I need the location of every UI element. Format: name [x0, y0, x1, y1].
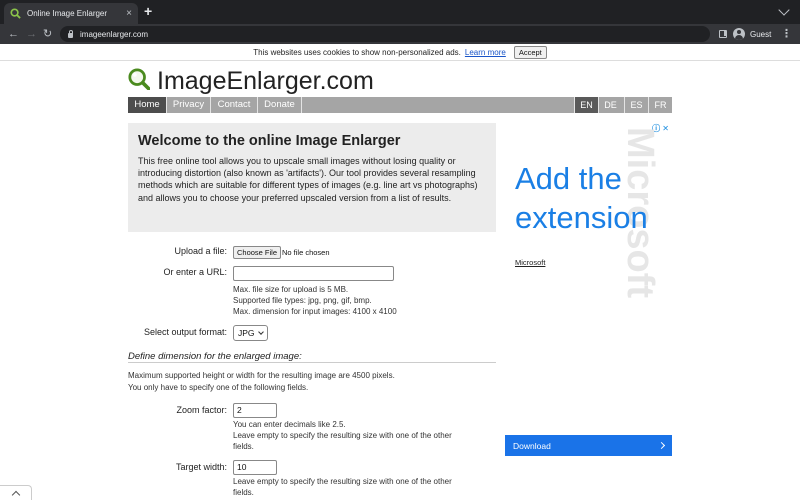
ad-headline-line1: Add the [515, 161, 622, 196]
back-button[interactable]: ← [8, 26, 19, 42]
chevron-right-icon [657, 441, 666, 450]
zoom-hint-decimals: You can enter decimals like 2.5. [233, 420, 346, 429]
site-nav: Home Privacy Contact Donate EN DE ES FR [128, 97, 672, 113]
address-bar[interactable]: imageenlarger.com [60, 26, 710, 42]
reload-button[interactable]: ↻ [43, 26, 52, 42]
magnifier-favicon-icon [10, 8, 21, 19]
format-value: JPG [238, 328, 255, 338]
choose-file-button[interactable]: Choose File [233, 246, 282, 259]
ad-download-button[interactable]: Download [505, 435, 672, 456]
chevron-down-icon [258, 329, 264, 335]
welcome-box: Welcome to the online Image Enlarger Thi… [128, 123, 496, 232]
zoom-hint-empty: Leave empty to specify the resulting siz… [233, 431, 452, 440]
url-input[interactable] [233, 266, 394, 281]
url-text[interactable]: imageenlarger.com [80, 30, 148, 39]
nav-donate[interactable]: Donate [258, 97, 302, 113]
browser-toolbar: ← → ↻ imageenlarger.com Guest ⋮ [0, 24, 800, 44]
target-width-input[interactable]: 10 [233, 460, 277, 475]
browser-tab[interactable]: Online Image Enlarger × [4, 3, 138, 24]
zoom-factor-input[interactable]: 2 [233, 403, 277, 418]
zoom-label: Zoom factor: [176, 405, 227, 415]
side-panel-icon[interactable] [719, 30, 727, 38]
profile-button[interactable]: Guest [733, 26, 771, 42]
browser-menu-icon[interactable]: ⋮ [781, 27, 792, 41]
ad-brand-link[interactable]: Microsoft [515, 258, 545, 267]
hint-max-dimension: Max. dimension for input images: 4100 x … [233, 307, 397, 316]
advertisement[interactable]: ⓘ ✕ Microsoft Add the extension Microsof… [505, 123, 672, 456]
lock-icon[interactable] [68, 29, 73, 38]
width-hint-empty: Leave empty to specify the resulting siz… [233, 477, 452, 486]
scroll-up-tab[interactable] [0, 485, 32, 500]
lang-de[interactable]: DE [598, 97, 622, 113]
lang-fr[interactable]: FR [648, 97, 672, 113]
output-format-select[interactable]: JPG [233, 325, 268, 341]
accept-cookies-button[interactable]: Accept [513, 45, 547, 59]
tab-title: Online Image Enlarger [27, 9, 108, 18]
new-tab-button[interactable]: + [144, 4, 152, 18]
upload-label: Upload a file: [174, 246, 227, 256]
close-tab-icon[interactable]: × [126, 8, 132, 19]
magnifier-logo-icon[interactable] [128, 68, 150, 90]
hint-file-size: Max. file size for upload is 5 MB. [233, 285, 349, 294]
browser-tab-bar: Online Image Enlarger × + [0, 0, 800, 24]
zoom-hint-fields: fields. [233, 442, 254, 451]
width-hint-fields: fields. [233, 488, 254, 497]
dimension-heading: Define dimension for the enlarged image: [128, 351, 302, 362]
lang-es[interactable]: ES [624, 97, 648, 113]
profile-label: Guest [750, 29, 772, 39]
hint-file-types: Supported file types: jpg, png, gif, bmp… [233, 296, 372, 305]
lang-en[interactable]: EN [574, 97, 598, 113]
one-field-note: You only have to specify one of the foll… [128, 382, 309, 392]
ad-headline-line2: extension [515, 200, 648, 235]
learn-more-link[interactable]: Learn more [465, 48, 506, 57]
file-status: No file chosen [282, 248, 330, 257]
format-label: Select output format: [143, 327, 227, 337]
url-label: Or enter a URL: [163, 267, 227, 277]
site-title[interactable]: ImageEnlarger.com [157, 66, 374, 96]
forward-button[interactable]: → [26, 26, 37, 42]
nav-contact[interactable]: Contact [211, 97, 258, 113]
welcome-title: Welcome to the online Image Enlarger [138, 133, 401, 149]
nav-home[interactable]: Home [128, 97, 167, 113]
guest-avatar-icon [733, 28, 745, 40]
nav-privacy[interactable]: Privacy [167, 97, 211, 113]
cookie-text: This websites uses cookies to show non-p… [253, 47, 461, 57]
welcome-text: This free online tool allows you to upsc… [138, 156, 478, 203]
max-size-note: Maximum supported height or width for th… [128, 371, 395, 380]
tab-search-chevron-icon[interactable] [778, 4, 790, 16]
cookie-bar: This websites uses cookies to show non-p… [0, 44, 800, 61]
dimension-note: Maximum supported height or width for th… [128, 370, 395, 393]
ad-download-label: Download [513, 440, 551, 451]
target-width-label: Target width: [175, 462, 227, 472]
section-divider [128, 362, 496, 363]
ad-headline[interactable]: Add the extension [515, 159, 648, 237]
